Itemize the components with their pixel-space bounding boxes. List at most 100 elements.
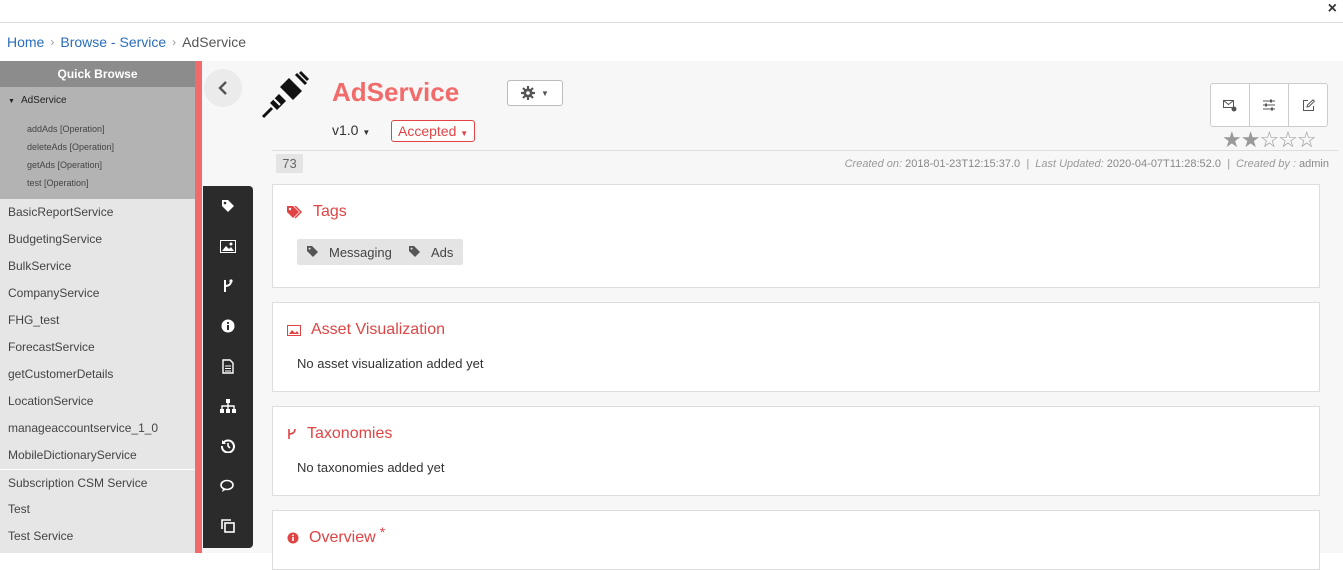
list-item[interactable]: FHG_test [0, 307, 195, 334]
subscribe-button[interactable] [1211, 84, 1250, 126]
info-icon [287, 532, 299, 544]
updated-value: 2020-04-07T11:28:52.0 [1106, 158, 1221, 170]
list-item[interactable]: BasicReportService [0, 199, 195, 226]
tags-icon [287, 205, 303, 219]
star-filled-icon: ★★ [1222, 127, 1260, 152]
nav-tags-button[interactable] [203, 186, 253, 226]
nav-comments-button[interactable] [203, 466, 253, 506]
top-bar: × [0, 0, 1343, 23]
operation-item[interactable]: test [Operation] [27, 174, 195, 192]
edit-icon [1302, 98, 1315, 111]
list-item[interactable]: Subscription CSM Service [0, 469, 195, 496]
taxonomy-icon [224, 279, 233, 292]
chevron-right-icon: › [172, 35, 177, 49]
chevron-left-icon [218, 81, 227, 95]
panel-divider[interactable] [195, 61, 202, 553]
hierarchy-icon [220, 399, 236, 413]
operation-item[interactable]: deleteAds [Operation] [27, 138, 195, 156]
close-icon[interactable]: × [1328, 0, 1337, 18]
version-dropdown[interactable]: v1.0 ▼ [332, 122, 370, 138]
list-item[interactable]: Test Service [0, 523, 195, 550]
current-asset-item[interactable]: ▼ AdService [0, 95, 195, 106]
page-title: AdService [332, 77, 460, 107]
section-title: Overview * [287, 524, 385, 547]
tag-label: Ads [431, 244, 454, 260]
list-item[interactable]: BudgetingService [0, 226, 195, 253]
status-badge[interactable]: Accepted ▼ [391, 120, 476, 142]
list-item[interactable]: manageaccountservice_1_0 [0, 415, 195, 442]
nav-document-button[interactable] [203, 346, 253, 386]
count-badge: 73 [276, 154, 303, 173]
comments-icon [220, 479, 234, 492]
history-icon [221, 439, 235, 453]
taxonomies-title: Taxonomies [307, 425, 393, 442]
tag-chip[interactable]: Messaging [297, 239, 402, 265]
taxonomy-icon [288, 428, 296, 439]
created-by-label: Created by : [1236, 158, 1296, 170]
gear-icon [521, 86, 536, 100]
list-item[interactable]: ForecastService [0, 334, 195, 361]
tag-chip[interactable]: Ads [399, 239, 464, 265]
image-icon [220, 239, 236, 253]
settings-dropdown-button[interactable]: ▼ [507, 80, 563, 106]
created-by-value: admin [1299, 158, 1329, 170]
version-label: v1.0 [332, 122, 359, 138]
visualization-section: Asset Visualization No asset visualizati… [272, 302, 1320, 392]
taxonomies-section: Taxonomies No taxonomies added yet [272, 406, 1320, 496]
operation-list: addAds [Operation] deleteAds [Operation]… [0, 120, 195, 192]
list-item[interactable]: BulkService [0, 253, 195, 280]
tag-label: Messaging [329, 244, 392, 260]
quick-browse-list: BasicReportService BudgetingService Bulk… [0, 199, 195, 550]
breadcrumb-current: AdService [182, 34, 246, 50]
chevron-right-icon: › [50, 35, 55, 49]
asset-meta: Created on: 2018-01-23T12:15:37.0 | Last… [844, 158, 1329, 170]
breadcrumb-browse[interactable]: Browse - Service [60, 34, 166, 50]
operation-item[interactable]: getAds [Operation] [27, 156, 195, 174]
nav-visualization-button[interactable] [203, 226, 253, 266]
list-item[interactable]: LocationService [0, 388, 195, 415]
nav-taxonomies-button[interactable] [203, 266, 253, 306]
list-item[interactable]: getCustomerDetails [0, 361, 195, 388]
section-title: Taxonomies [287, 425, 392, 443]
caret-down-icon: ▼ [460, 129, 469, 138]
list-item[interactable]: CompanyService [0, 280, 195, 307]
section-title: Tags [287, 203, 347, 221]
document-icon [222, 358, 234, 374]
quick-browse-title: Quick Browse [0, 61, 195, 87]
operation-item[interactable]: addAds [Operation] [27, 120, 195, 138]
action-button-group [1210, 83, 1328, 127]
section-title: Asset Visualization [287, 321, 445, 339]
quick-browse-current: ▼ AdService addAds [Operation] deleteAds … [0, 87, 195, 199]
edit-button[interactable] [1289, 84, 1327, 126]
caret-down-icon: ▼ [362, 128, 371, 137]
copy-icon [221, 519, 235, 533]
status-label: Accepted [398, 123, 457, 139]
list-item[interactable]: Test [0, 496, 195, 523]
required-marker: * [379, 524, 386, 540]
empty-message: No taxonomies added yet [297, 460, 445, 475]
created-label: Created on: [844, 158, 903, 170]
current-asset-label: AdService [20, 95, 67, 106]
info-icon [221, 319, 235, 333]
breadcrumb-home[interactable]: Home [7, 34, 44, 50]
breadcrumb: Home › Browse - Service › AdService [7, 34, 246, 50]
empty-message: No asset visualization added yet [297, 356, 484, 371]
nav-history-button[interactable] [203, 426, 253, 466]
section-nav-bar [203, 186, 253, 548]
list-item[interactable]: MobileDictionaryService [0, 442, 195, 469]
tags-section: Tags Messaging Ads [272, 184, 1320, 288]
visualization-title: Asset Visualization [311, 321, 445, 338]
quick-browse-panel: Quick Browse ▼ AdService addAds [Operatio… [0, 61, 195, 553]
tag-icon [307, 246, 318, 257]
created-value: 2018-01-23T12:15:37.0 [905, 158, 1021, 170]
mail-settings-icon [1223, 99, 1237, 111]
caret-down-icon: ▼ [541, 88, 549, 98]
collapse-panel-button[interactable] [204, 69, 242, 107]
caret-down-icon: ▼ [8, 98, 15, 105]
nav-hierarchy-button[interactable] [203, 386, 253, 426]
star-empty-icon: ☆☆☆ [1259, 127, 1316, 152]
tags-title: Tags [313, 203, 347, 220]
adjust-button[interactable] [1250, 84, 1289, 126]
nav-copy-button[interactable] [203, 506, 253, 546]
nav-overview-button[interactable] [203, 306, 253, 346]
